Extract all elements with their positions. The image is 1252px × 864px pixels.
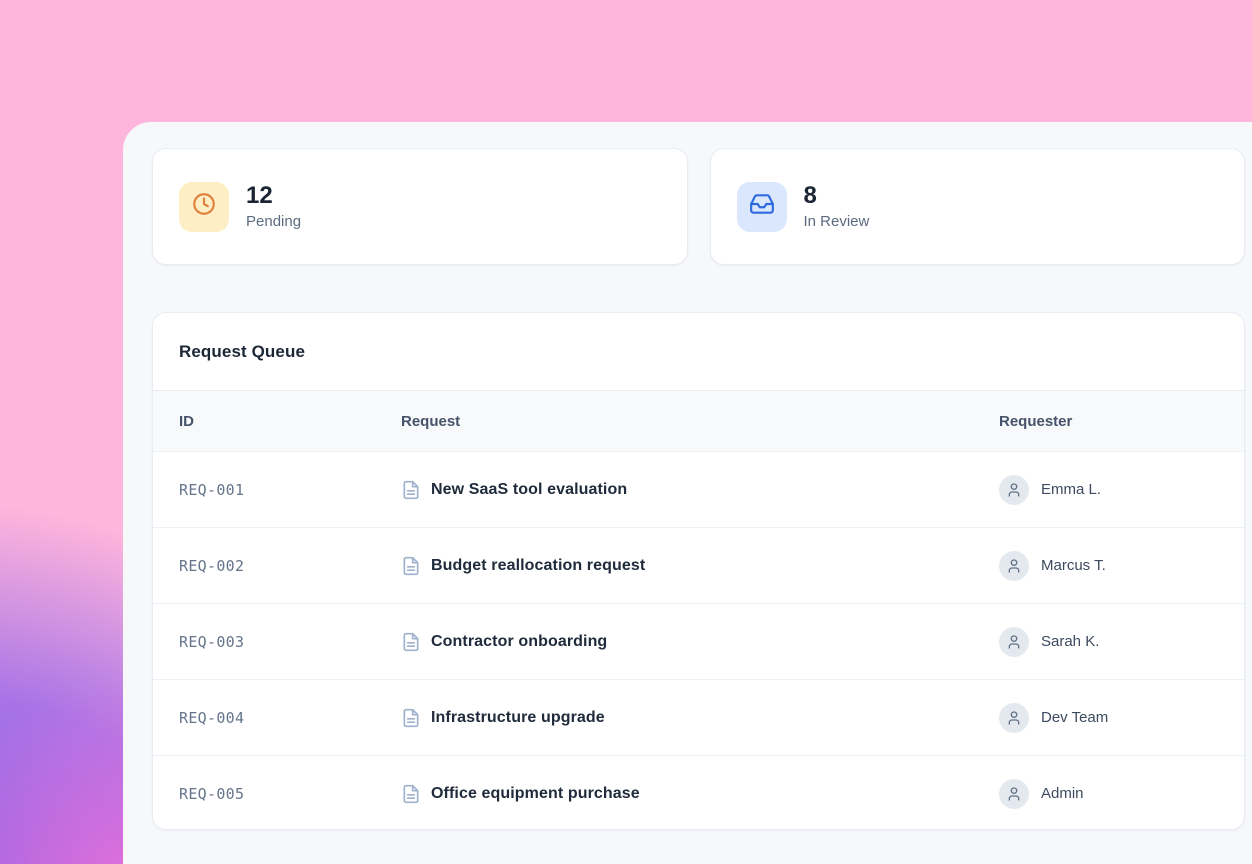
request-id: REQ-004 <box>179 709 401 727</box>
request-title: Infrastructure upgrade <box>431 709 605 727</box>
stat-text-block: 12 Pending <box>246 183 301 230</box>
table-title: Request Queue <box>179 342 305 362</box>
request-queue-card: Request Queue ID Request Requester REQ-0… <box>152 312 1245 830</box>
avatar <box>999 475 1029 505</box>
table-row[interactable]: REQ-003 Contractor onboarding <box>153 603 1244 679</box>
requester-name: Marcus T. <box>1041 557 1106 574</box>
pending-icon-box <box>179 182 229 232</box>
request-id: REQ-002 <box>179 557 401 575</box>
request-title: Office equipment purchase <box>431 785 640 803</box>
file-text-icon <box>401 480 421 500</box>
request-title: Budget reallocation request <box>431 557 645 575</box>
stats-row: 12 Pending 8 In Review <box>152 148 1245 265</box>
column-header-id: ID <box>179 413 401 430</box>
column-header-requester: Requester <box>999 413 1244 430</box>
request-id: REQ-005 <box>179 785 401 803</box>
avatar <box>999 627 1029 657</box>
file-text-icon <box>401 632 421 652</box>
in-review-count: 8 <box>804 183 870 209</box>
request-title: New SaaS tool evaluation <box>431 481 627 499</box>
in-review-icon-box <box>737 182 787 232</box>
request-id: REQ-003 <box>179 633 401 651</box>
avatar <box>999 779 1029 809</box>
in-review-label: In Review <box>804 213 870 230</box>
stat-text-block: 8 In Review <box>804 183 870 230</box>
requester-name: Dev Team <box>1041 709 1108 726</box>
table-row[interactable]: REQ-001 New SaaS tool evaluation <box>153 451 1244 527</box>
requester-name: Sarah K. <box>1041 633 1099 650</box>
file-text-icon <box>401 784 421 804</box>
avatar <box>999 551 1029 581</box>
table-row[interactable]: REQ-002 Budget reallocation request <box>153 527 1244 603</box>
avatar <box>999 703 1029 733</box>
stat-card-in-review: 8 In Review <box>710 148 1246 265</box>
pending-count: 12 <box>246 183 301 209</box>
column-header-request: Request <box>401 413 999 430</box>
stat-card-pending: 12 Pending <box>152 148 688 265</box>
table-title-row: Request Queue <box>153 313 1244 391</box>
table-row[interactable]: REQ-005 Office equipment purchase <box>153 755 1244 830</box>
requester-name: Admin <box>1041 785 1084 802</box>
clock-icon <box>191 191 217 222</box>
requester-name: Emma L. <box>1041 481 1101 498</box>
request-title: Contractor onboarding <box>431 633 607 651</box>
request-id: REQ-001 <box>179 481 401 499</box>
file-text-icon <box>401 708 421 728</box>
pending-label: Pending <box>246 213 301 230</box>
inbox-icon <box>749 191 775 222</box>
table-row[interactable]: REQ-004 Infrastructure upgrade <box>153 679 1244 755</box>
table-header-row: ID Request Requester <box>153 391 1244 451</box>
dashboard-panel: 12 Pending 8 In Review Request Queue <box>123 122 1252 864</box>
file-text-icon <box>401 556 421 576</box>
